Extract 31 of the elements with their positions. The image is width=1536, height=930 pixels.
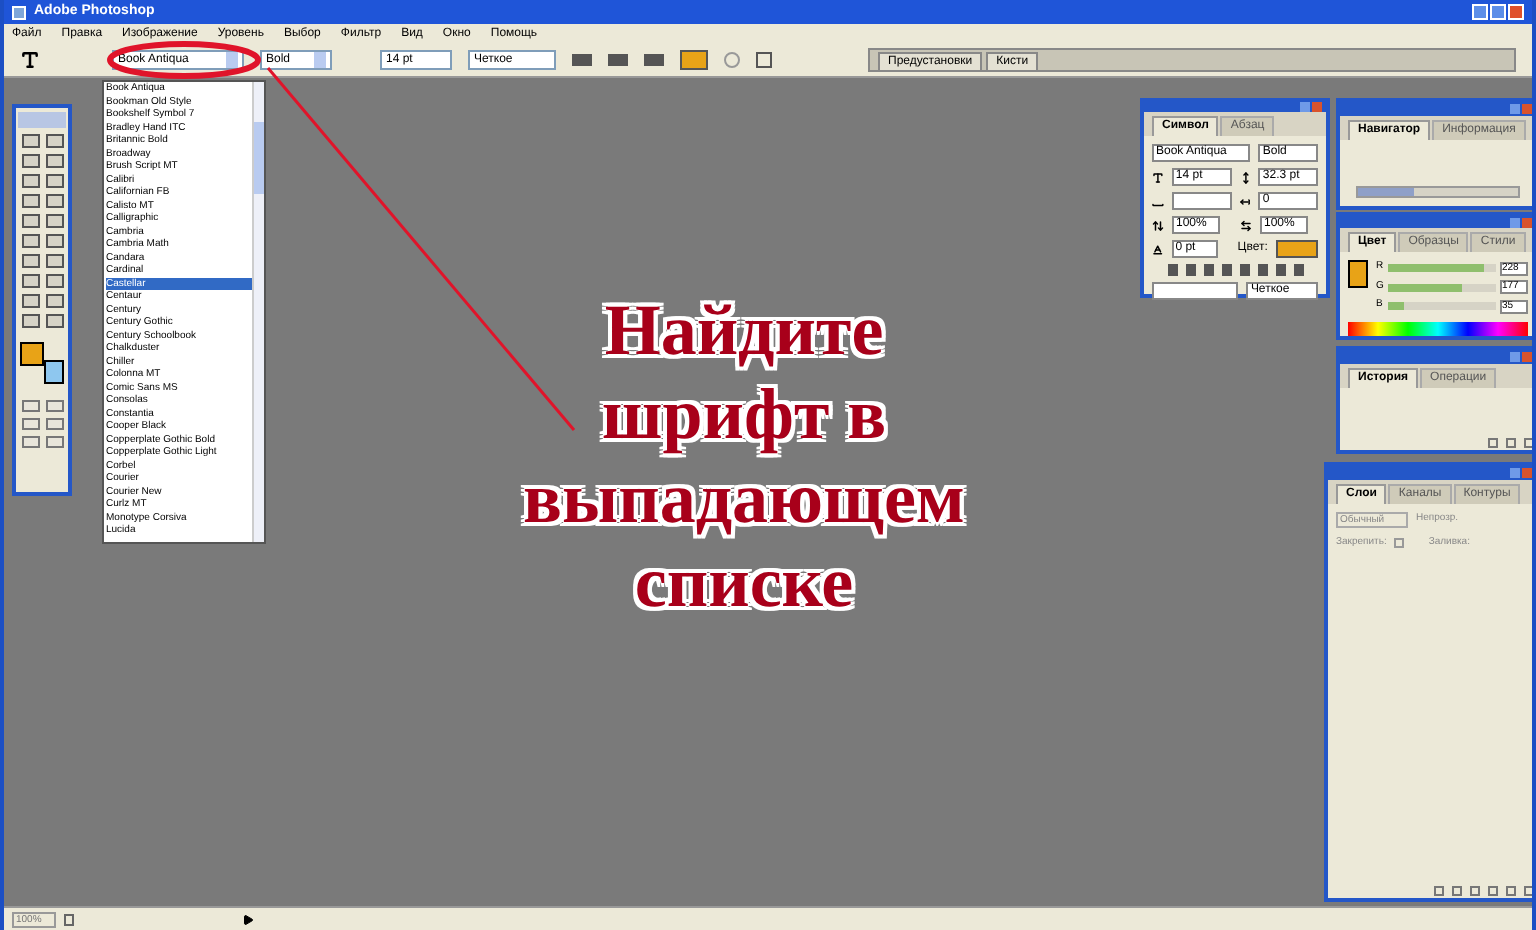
annotation-text: Найдите [604,288,884,372]
text-field[interactable] [1171,192,1231,210]
vertical-scale-icon [1152,219,1164,231]
text-color-swatch[interactable] [680,49,708,69]
annotation-text: шрифт в [601,372,887,456]
align-center-icon[interactable] [608,53,628,65]
align-right-icon[interactable] [644,53,664,65]
zoom-slider-track[interactable] [1356,186,1520,198]
text-field[interactable] [1152,282,1239,300]
font-size-icon [1152,171,1164,183]
text-color-swatch[interactable] [1275,240,1318,258]
align-left-icon[interactable] [572,53,592,65]
close-icon[interactable] [1508,4,1524,20]
app-icon [12,5,26,19]
channel-slider-track[interactable] [1388,283,1496,292]
leading-icon [1239,171,1251,183]
background-color-swatch[interactable] [44,360,64,384]
scrollbar-thumb[interactable] [254,122,264,194]
channel-slider-track[interactable] [1388,302,1496,311]
color-spectrum[interactable] [1348,321,1528,336]
baseline-icon [1152,243,1164,255]
foreground-color-swatch[interactable] [20,342,44,366]
horizontal-scale-icon [1240,219,1252,231]
document-icon [64,913,74,925]
play-icon[interactable] [242,913,254,925]
type-tool-icon[interactable] [20,49,40,69]
annotation-text: списке [634,540,854,624]
scrollbar[interactable] [252,82,264,542]
toolbox-logo [18,112,66,128]
annotation-text: выпадающем [523,456,965,540]
tracking-icon [1239,195,1251,207]
